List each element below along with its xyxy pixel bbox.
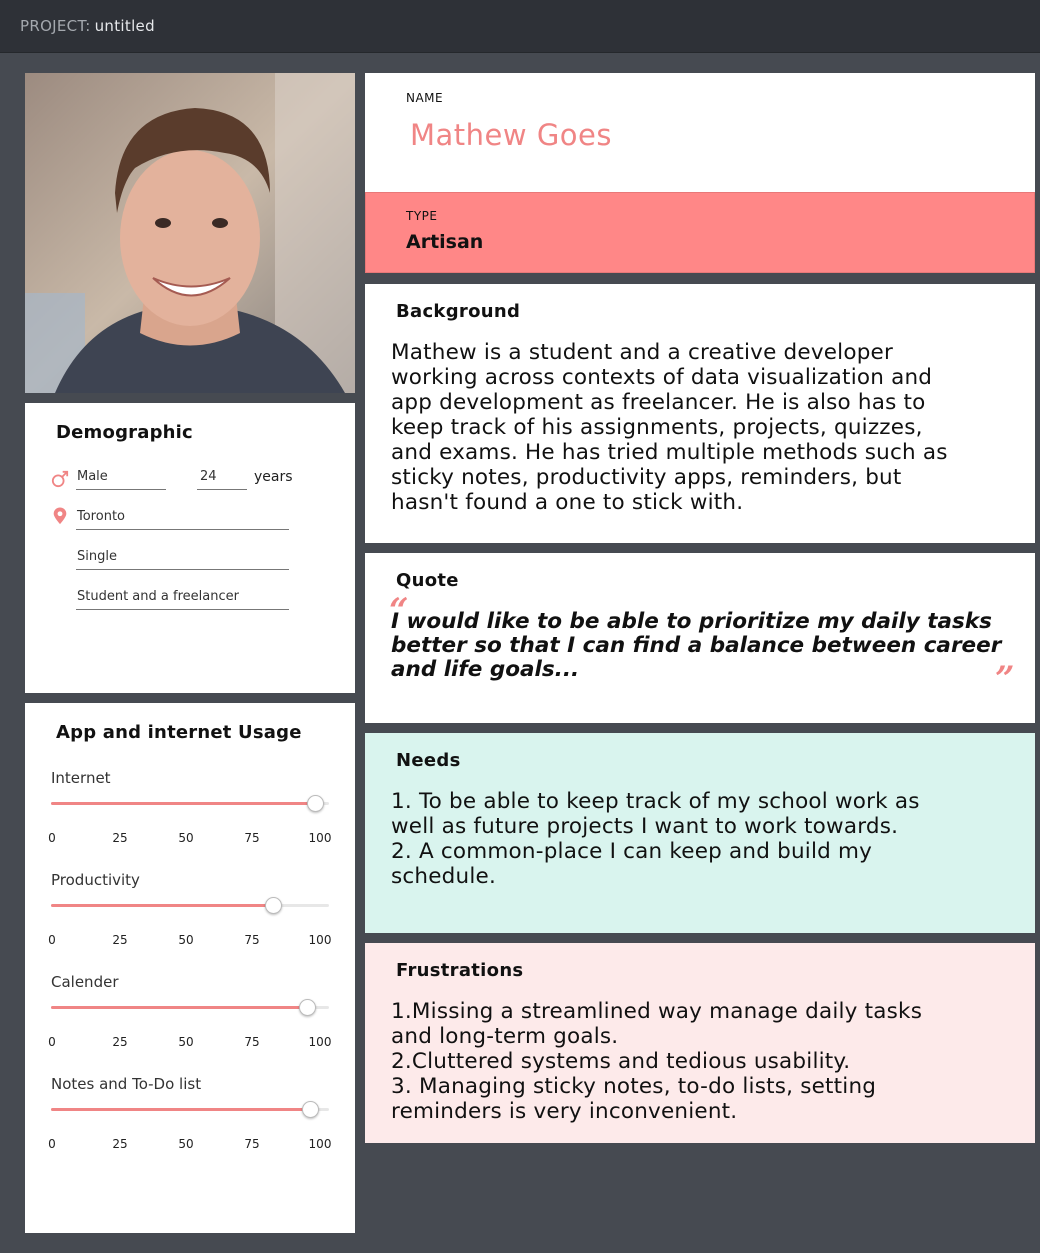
usage-slider-thumb[interactable]	[265, 897, 283, 914]
usage-scale-tick: 0	[48, 1137, 56, 1151]
usage-title: App and internet Usage	[56, 722, 302, 743]
usage-slider-thumb[interactable]	[301, 1101, 319, 1118]
frustrations-text[interactable]: 1.Missing a streamlined way manage daily…	[391, 999, 1016, 1124]
usage-scale-tick: 25	[112, 933, 128, 947]
usage-scale-tick: 75	[244, 831, 260, 845]
usage-scale-tick: 75	[244, 1035, 260, 1049]
usage-scale-tick: 100	[308, 1137, 332, 1151]
name-card: NAME Mathew Goes	[365, 73, 1035, 193]
project-name[interactable]: untitled	[95, 17, 155, 35]
usage-scale-tick: 50	[178, 831, 194, 845]
usage-slider-label: Calender	[51, 973, 119, 991]
name-label: NAME	[406, 91, 444, 105]
usage-slider-track[interactable]	[51, 1101, 329, 1118]
persona-photo	[25, 73, 355, 393]
type-card: TYPE Artisan	[365, 192, 1035, 273]
needs-card: Needs 1. To be able to keep track of my …	[365, 733, 1035, 933]
usage-scale-tick: 25	[112, 1035, 128, 1049]
usage-slider-track[interactable]	[51, 795, 329, 812]
needs-title: Needs	[396, 750, 461, 771]
usage-slider-fill	[51, 802, 316, 805]
usage-scale-tick: 50	[178, 933, 194, 947]
usage-slider-block: Productivity 0 25 50 75 100	[25, 871, 355, 971]
usage-slider-label: Notes and To-Do list	[51, 1075, 202, 1093]
persona-type[interactable]: Artisan	[406, 231, 483, 253]
usage-scale-tick: 0	[48, 1035, 56, 1049]
usage-scale-tick: 100	[308, 1035, 332, 1049]
quote-title: Quote	[396, 570, 459, 591]
usage-slider-thumb[interactable]	[298, 999, 316, 1016]
usage-slider-block: Internet 0 25 50 75 100	[25, 769, 355, 869]
persona-portrait-image	[25, 73, 355, 393]
demographic-title: Demographic	[56, 422, 193, 443]
usage-scale-tick: 100	[308, 933, 332, 947]
usage-slider-label: Internet	[51, 769, 111, 787]
usage-slider-block: Notes and To-Do list 0 25 50 75 100	[25, 1075, 355, 1175]
usage-slider-fill	[51, 1006, 307, 1009]
project-bar: PROJECT: untitled	[0, 0, 1040, 53]
usage-slider-scale: 0 25 50 75 100	[25, 831, 355, 847]
usage-scale-tick: 50	[178, 1137, 194, 1151]
persona-name[interactable]: Mathew Goes	[410, 118, 612, 152]
usage-slider-fill	[51, 904, 274, 907]
usage-slider-track[interactable]	[51, 897, 329, 914]
usage-scale-tick: 0	[48, 933, 56, 947]
relationship-status-field[interactable]: Single	[76, 550, 289, 570]
usage-scale-tick: 75	[244, 1137, 260, 1151]
usage-scale-tick: 25	[112, 831, 128, 845]
usage-card: App and internet Usage Internet 0 25 50 75 10…	[25, 703, 355, 1233]
occupation-field[interactable]: Student and a freelancer	[76, 590, 289, 610]
frustrations-card: Frustrations 1.Missing a streamlined way…	[365, 943, 1035, 1143]
location-field[interactable]: Toronto	[76, 510, 289, 530]
usage-slider-block: Calender 0 25 50 75 100	[25, 973, 355, 1073]
needs-text[interactable]: 1. To be able to keep track of my school…	[391, 789, 1016, 889]
usage-scale-tick: 100	[308, 831, 332, 845]
age-field[interactable]: 24	[197, 470, 247, 490]
usage-slider-thumb[interactable]	[307, 795, 325, 812]
project-prefix: PROJECT:	[20, 17, 91, 35]
background-card: Background Mathew is a student and a cre…	[365, 284, 1035, 543]
usage-slider-label: Productivity	[51, 871, 140, 889]
gender-field[interactable]: Male	[76, 470, 166, 490]
usage-scale-tick: 50	[178, 1035, 194, 1049]
type-label: TYPE	[406, 209, 438, 223]
background-text[interactable]: Mathew is a student and a creative devel…	[391, 340, 1016, 515]
frustrations-title: Frustrations	[396, 960, 524, 981]
location-pin-icon	[53, 507, 67, 525]
male-symbol-icon	[51, 470, 69, 488]
background-title: Background	[396, 301, 521, 322]
close-quote-icon: ”	[995, 659, 1015, 699]
quote-card: Quote “ I would like to be able to prior…	[365, 553, 1035, 723]
usage-slider-scale: 0 25 50 75 100	[25, 933, 355, 949]
demographic-card: Demographic Male 24 years Toronto Single…	[25, 403, 355, 693]
usage-scale-tick: 25	[112, 1137, 128, 1151]
quote-text[interactable]: I would like to be able to prioritize my…	[391, 610, 1016, 682]
usage-slider-scale: 0 25 50 75 100	[25, 1035, 355, 1051]
usage-slider-scale: 0 25 50 75 100	[25, 1137, 355, 1153]
usage-slider-fill	[51, 1108, 310, 1111]
usage-scale-tick: 75	[244, 933, 260, 947]
age-unit-label: years	[254, 469, 293, 485]
usage-slider-track[interactable]	[51, 999, 329, 1016]
usage-scale-tick: 0	[48, 831, 56, 845]
